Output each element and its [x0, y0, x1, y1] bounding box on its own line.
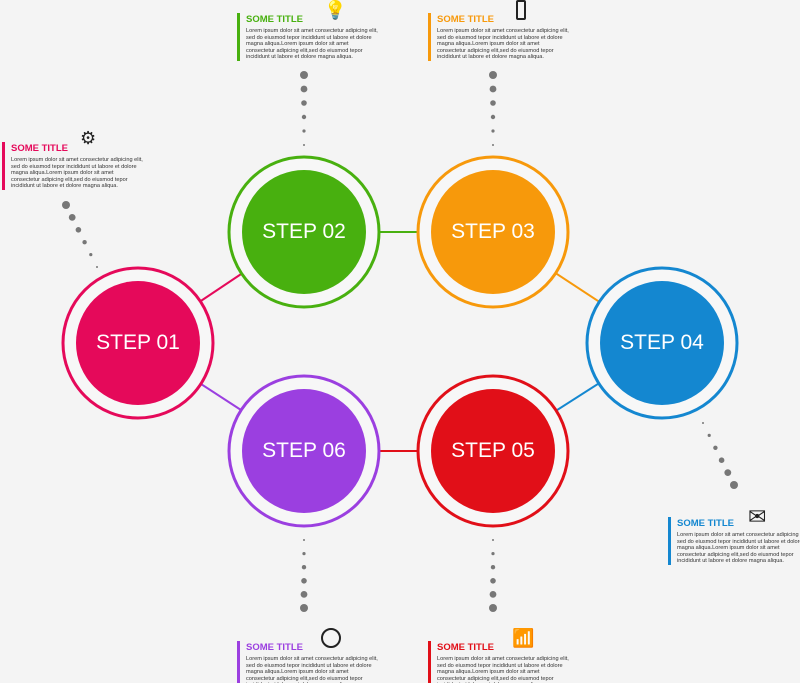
block-title: SOME TITLE — [246, 642, 303, 653]
leader-dot — [707, 433, 711, 437]
leader-dot — [730, 481, 738, 489]
envelope-icon: ✉ — [748, 504, 767, 529]
info-block-step-03: SOME TITLE Lorem ipsum dolor sit amet co… — [428, 13, 569, 61]
block-body: Lorem ipsum dolor sit amet consectetur a… — [677, 532, 800, 565]
lightbulb-icon: 💡 — [324, 0, 347, 20]
step-03-label: STEP 03 — [451, 220, 535, 243]
leader-dot — [62, 201, 70, 209]
block-title: SOME TITLE — [246, 14, 303, 25]
step-06-label: STEP 06 — [262, 439, 346, 462]
block-title: SOME TITLE — [677, 518, 734, 529]
leader-dot — [302, 129, 306, 133]
leader-dot — [303, 144, 305, 146]
block-title: SOME TITLE — [437, 642, 494, 653]
leader-dot — [490, 114, 496, 120]
leader-dot — [82, 240, 87, 245]
leader-dot — [300, 604, 308, 612]
leader-dot — [724, 469, 732, 476]
leader-dot — [301, 565, 307, 570]
info-block-step-02: SOME TITLE Lorem ipsum dolor sit amet co… — [237, 13, 378, 61]
leader-dot — [301, 114, 307, 120]
info-block-step-01: SOME TITLE Lorem ipsum dolor sit amet co… — [2, 142, 143, 190]
block-body: Lorem ipsum dolor sit amet consectetur a… — [11, 157, 143, 190]
leader-dot — [713, 445, 718, 450]
leader-dot — [300, 591, 308, 598]
clock-icon — [321, 628, 341, 648]
block-title: SOME TITLE — [437, 14, 494, 25]
leader-dot — [492, 539, 494, 541]
step-infographic: STEP 01 STEP 02 STEP 03 STEP 04 STEP 05 … — [0, 0, 800, 683]
step-02-label: STEP 02 — [262, 220, 346, 243]
leader-dot — [301, 100, 307, 106]
leader-dot — [301, 578, 307, 584]
info-block-step-06: SOME TITLE Lorem ipsum dolor sit amet co… — [237, 641, 378, 683]
leader-dot — [489, 85, 497, 93]
leader-dot — [702, 422, 704, 424]
leader-dot — [302, 552, 306, 556]
smartphone-icon — [516, 0, 526, 20]
gears-icon: ⚙ — [80, 128, 97, 148]
leader-dot — [303, 539, 305, 541]
leader-dot — [490, 100, 496, 106]
leader-dot — [490, 565, 496, 570]
step-01-label: STEP 01 — [96, 331, 180, 354]
block-body: Lorem ipsum dolor sit amet consectetur a… — [246, 656, 378, 683]
leader-dot — [491, 552, 495, 556]
block-body: Lorem ipsum dolor sit amet consectetur a… — [246, 28, 378, 61]
leader-dot — [492, 144, 494, 146]
leader-dot — [489, 604, 497, 612]
leader-dot — [300, 71, 308, 79]
leader-dot — [300, 85, 308, 93]
leader-dot — [96, 266, 98, 268]
leader-dot — [89, 253, 93, 257]
step-04-label: STEP 04 — [620, 331, 704, 354]
leader-dot — [490, 578, 496, 584]
leader-dot — [489, 591, 497, 598]
block-title: SOME TITLE — [11, 143, 68, 154]
leader-dot — [75, 227, 82, 233]
info-block-step-05: SOME TITLE Lorem ipsum dolor sit amet co… — [428, 641, 569, 683]
leader-dot — [491, 129, 495, 133]
info-block-step-04: SOME TITLE Lorem ipsum dolor sit amet co… — [668, 517, 800, 565]
step-05-label: STEP 05 — [451, 439, 535, 462]
block-body: Lorem ipsum dolor sit amet consectetur a… — [437, 28, 569, 61]
leader-dot — [718, 457, 725, 464]
leader-dot — [489, 71, 497, 79]
leader-dot — [68, 214, 76, 221]
block-body: Lorem ipsum dolor sit amet consectetur a… — [437, 656, 569, 683]
bar-chart-icon: 📶 — [512, 628, 535, 648]
